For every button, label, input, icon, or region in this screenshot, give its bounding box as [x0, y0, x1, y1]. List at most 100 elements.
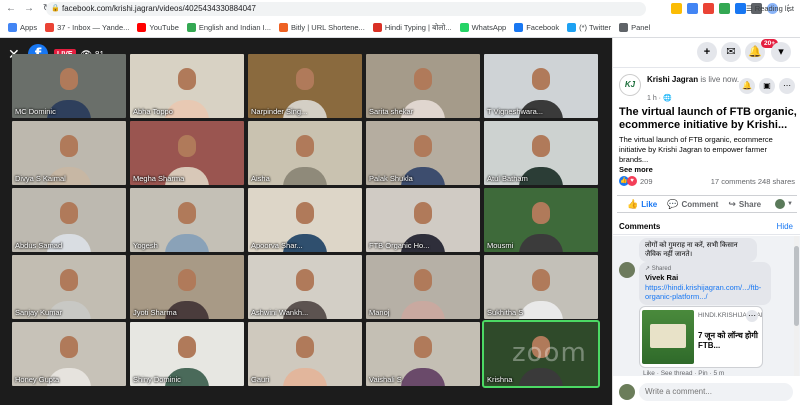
link-preview-card[interactable]: HINDI.KRISHIJAGRAN.COM 7 जून को लॉन्च हो… [639, 306, 763, 368]
participant-tile[interactable]: Manoj [366, 255, 480, 319]
create-icon[interactable]: + [697, 42, 717, 62]
bookmark-item[interactable]: WhatsApp [459, 23, 506, 32]
account-chevron-icon[interactable]: ▾ [771, 42, 791, 62]
reactions-count[interactable]: 209 [640, 177, 653, 186]
participant-tile[interactable]: Ashwini Wankh... [248, 255, 362, 319]
participant-face [178, 202, 196, 224]
bookmark-favicon-icon [8, 23, 17, 32]
more-options-icon[interactable]: ⋯ [746, 310, 758, 322]
participant-face [296, 135, 314, 157]
address-bar[interactable]: 🔒 facebook.com/krishi.jagran/videos/4025… [46, 2, 646, 16]
extension-icon[interactable] [735, 3, 746, 14]
share-button[interactable]: ↪ Share [728, 199, 761, 210]
messenger-icon[interactable]: ✉ [721, 42, 741, 62]
bookmark-item[interactable]: Apps [8, 23, 37, 32]
avatar[interactable] [619, 262, 635, 278]
participant-face [296, 336, 314, 358]
bookmark-item[interactable]: Facebook [514, 23, 559, 32]
bookmark-label: Bitly | URL Shortene... [291, 23, 365, 32]
participant-tile[interactable]: Abha Toppo [130, 54, 244, 118]
bookmark-item[interactable]: 37 - Inbox — Yande... [45, 23, 129, 32]
react-as-selector[interactable]: ▼ [775, 199, 793, 209]
participant-tile[interactable]: Divya S Kaimal [12, 121, 126, 185]
see-more-link[interactable]: See more [619, 165, 653, 174]
bookmark-label: (*) Twitter [579, 23, 612, 32]
more-options-icon[interactable]: ⋯ [779, 78, 795, 94]
chevron-down-icon: ▼ [787, 201, 793, 207]
bookmark-item[interactable]: YouTube [137, 23, 179, 32]
comment-text: लोगों को गुमराह ना करें, सभी किसान जैविक… [645, 242, 738, 258]
reading-list[interactable]: ☰ Reading list [746, 4, 794, 13]
participant-tile[interactable]: zoom Krishna [482, 320, 600, 388]
participant-tile[interactable]: Honey Gupta [12, 322, 126, 386]
participant-tile[interactable]: Sukhitha S [484, 255, 598, 319]
participant-tile[interactable]: Apoorva Shar... [248, 188, 362, 252]
scrollbar-thumb[interactable] [794, 246, 799, 326]
participant-tile[interactable]: Narpinder Sing... [248, 54, 362, 118]
comment-bubble: ↗ Shared Vivek Rai https://hindi.krishij… [639, 262, 771, 305]
browser-chrome: ← → ↻ 🔒 facebook.com/krishi.jagran/video… [0, 0, 800, 38]
participant-tile[interactable]: Sarita shekar [366, 54, 480, 118]
participant-name: T Vigneshwara... [487, 107, 544, 116]
participant-tile[interactable]: Vaishali S [366, 322, 480, 386]
extension-icon[interactable] [719, 3, 730, 14]
participant-tile[interactable]: Megha Sharma [130, 121, 244, 185]
bookmark-item[interactable]: Hindi Typing | बोलो... [372, 23, 452, 33]
extension-icon[interactable] [687, 3, 698, 14]
participant-tile[interactable]: Abdus Samad [12, 188, 126, 252]
comment-link[interactable]: https://hindi.krishijagran.com/.../ftb-o… [645, 283, 765, 301]
participant-name: Aisha [251, 174, 270, 183]
participant-tile[interactable]: T Vigneshwara... [484, 54, 598, 118]
back-icon[interactable]: ← [4, 2, 18, 16]
save-icon[interactable]: ▣ [759, 78, 775, 94]
live-video-player[interactable]: ✕ f LIVE 👁 81 MC DominicAbha ToppoNarpin… [0, 38, 612, 405]
reaction-icons[interactable]: 👍 ♥ [619, 176, 637, 186]
page-logo[interactable]: KJ [619, 74, 641, 96]
participant-tile[interactable]: Sanjay Kumar [12, 255, 126, 319]
participant-name: Vaishali S [369, 375, 402, 384]
participant-name: Divya S Kaimal [15, 174, 66, 183]
like-label: Like [641, 199, 658, 209]
comment-author[interactable]: Vivek Rai [645, 273, 765, 282]
participant-face [60, 269, 78, 291]
participant-body [519, 234, 563, 252]
facebook-top-actions: + ✉ 🔔 20+ ▾ [613, 38, 800, 68]
participant-tile[interactable]: Jyoti Sharma [130, 255, 244, 319]
comment-meta[interactable]: Like · See thread · Pin · 5 m [643, 370, 724, 377]
reactions-row: 👍 ♥ 209 17 comments 248 shares [619, 176, 795, 188]
participant-tile[interactable]: Yogesh [130, 188, 244, 252]
comment-input[interactable] [639, 383, 793, 401]
bell-icon[interactable]: 🔔 [739, 78, 755, 94]
participant-tile[interactable]: Atul Batham [484, 121, 598, 185]
page-name[interactable]: Krishi Jagran [647, 75, 698, 84]
extension-star-icon[interactable] [671, 3, 682, 14]
like-button[interactable]: 👍 Like [627, 199, 657, 210]
bookmark-item[interactable]: English and Indian I... [186, 23, 271, 32]
participant-tile[interactable]: FTB Organic Ho... [366, 188, 480, 252]
comments-count[interactable]: 17 comments [711, 177, 756, 186]
participant-tile[interactable]: MC Dominic [12, 54, 126, 118]
participant-name: Sanjay Kumar [15, 308, 63, 317]
shares-count[interactable]: 248 shares [758, 177, 795, 186]
comment-button[interactable]: 💬 Comment [667, 199, 718, 210]
bookmark-item[interactable]: Bitly | URL Shortene... [279, 23, 365, 32]
hide-comments-link[interactable]: Hide [777, 222, 793, 231]
page-name-line: Krishi Jagran is live now. [647, 75, 739, 84]
bookmark-item[interactable]: (*) Twitter [567, 23, 611, 32]
participant-tile[interactable]: Aisha [248, 121, 362, 185]
comments-scrollbar[interactable] [794, 236, 799, 376]
forward-icon[interactable]: → [22, 2, 36, 16]
participant-face [296, 202, 314, 224]
participant-tile[interactable]: Mousmi [484, 188, 598, 252]
bookmark-label: Apps [20, 23, 38, 32]
participant-name: Palak Shukla [369, 174, 413, 183]
participant-tile[interactable]: Gauri [248, 322, 362, 386]
bookmark-item[interactable]: Panel [619, 23, 650, 32]
participant-face [60, 68, 78, 90]
participant-tile[interactable]: Palak Shukla [366, 121, 480, 185]
extension-icon[interactable] [703, 3, 714, 14]
participant-body [401, 368, 445, 386]
participant-name: Krishna [487, 375, 513, 384]
participant-body [165, 234, 209, 252]
participant-tile[interactable]: Shiny Dominic [130, 322, 244, 386]
